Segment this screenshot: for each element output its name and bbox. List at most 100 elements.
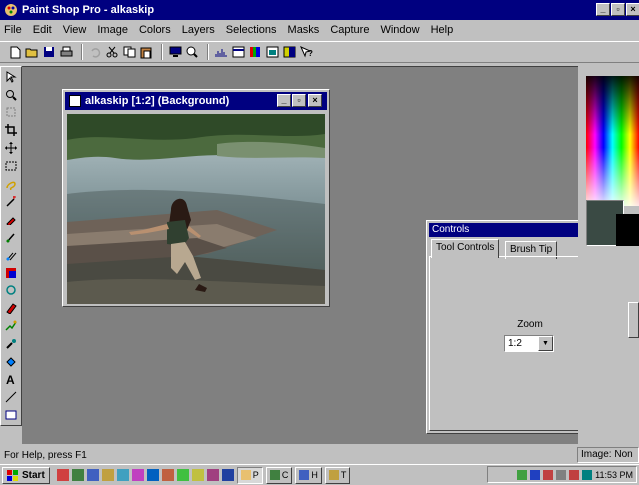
image-minimize-button[interactable]: _ [277, 94, 291, 107]
retouch-tool-icon[interactable] [3, 283, 19, 299]
paint-shop-pro-icon [5, 4, 17, 16]
quicklaunch-icon[interactable] [146, 469, 159, 481]
zoom-tool-icon[interactable] [3, 87, 19, 103]
paste-icon[interactable] [139, 45, 153, 59]
menu-edit[interactable]: Edit [33, 24, 52, 36]
image-maximize-button[interactable]: ▫ [292, 94, 306, 107]
layer-palette-icon[interactable] [265, 45, 279, 59]
image-window[interactable]: alkaskip [1:2] (Background) _ ▫ × [62, 89, 330, 307]
tool-palette-icon[interactable] [231, 45, 245, 59]
quicklaunch-icon[interactable] [86, 469, 99, 481]
clock[interactable]: 11:53 PM [595, 470, 633, 480]
print-icon[interactable] [59, 45, 73, 59]
task-button[interactable]: T [324, 466, 351, 484]
mover-tool-icon[interactable] [3, 140, 19, 156]
line-tool-icon[interactable] [3, 389, 19, 405]
save-icon[interactable] [42, 45, 56, 59]
quicklaunch-icon[interactable] [56, 469, 69, 481]
menu-masks[interactable]: Masks [288, 24, 320, 36]
toolbar-separator [161, 44, 163, 60]
photo-canvas[interactable] [67, 114, 325, 304]
color-replacer-tool-icon[interactable] [3, 265, 19, 281]
menu-colors[interactable]: Colors [139, 24, 171, 36]
tray-icon[interactable] [543, 469, 554, 480]
flood-fill-tool-icon[interactable] [3, 354, 19, 370]
task-button-paint-shop-pro[interactable]: P [236, 466, 263, 484]
quicklaunch-icon[interactable] [131, 469, 144, 481]
quicklaunch-icon[interactable] [221, 469, 234, 481]
undo-icon[interactable] [88, 45, 102, 59]
quicklaunch-icon[interactable] [191, 469, 204, 481]
menu-capture[interactable]: Capture [330, 24, 369, 36]
quicklaunch-icon[interactable] [71, 469, 84, 481]
color-palette-icon[interactable] [248, 45, 262, 59]
menu-layers[interactable]: Layers [182, 24, 215, 36]
tray-icon[interactable] [569, 469, 580, 480]
menu-file[interactable]: File [4, 24, 22, 36]
capture-icon[interactable] [168, 45, 182, 59]
crop-tool-icon[interactable] [3, 122, 19, 138]
tray-icon[interactable] [517, 469, 528, 480]
menu-image[interactable]: Image [97, 24, 128, 36]
menu-help[interactable]: Help [431, 24, 454, 36]
eraser-tool-icon[interactable] [3, 300, 19, 316]
tray-icon[interactable] [556, 469, 567, 480]
svg-text:?: ? [308, 49, 313, 58]
menu-view[interactable]: View [63, 24, 87, 36]
app-icon [299, 470, 310, 480]
new-file-icon[interactable] [8, 45, 22, 59]
magic-wand-tool-icon[interactable] [3, 194, 19, 210]
tool-palette: A [0, 66, 22, 426]
selection-tool-icon[interactable] [3, 158, 19, 174]
app-title-bar[interactable]: Paint Shop Pro - alkaskip _ ▫ × [0, 0, 639, 20]
deformation-tool-icon[interactable] [3, 105, 19, 121]
quicklaunch-icon[interactable] [206, 469, 219, 481]
quicklaunch-icon[interactable] [176, 469, 189, 481]
freehand-tool-icon[interactable] [3, 176, 19, 192]
start-button[interactable]: Start [2, 466, 50, 484]
svg-text:A: A [6, 373, 15, 385]
maximize-button[interactable]: ▫ [611, 3, 625, 16]
task-button[interactable]: C [265, 466, 293, 484]
image-close-button[interactable]: × [308, 94, 322, 107]
quicklaunch-icon[interactable] [161, 469, 174, 481]
menu-selections[interactable]: Selections [226, 24, 277, 36]
toolbar-separator [81, 44, 83, 60]
context-help-icon[interactable]: ? [299, 45, 313, 59]
quicklaunch-icon[interactable] [101, 469, 114, 481]
shape-tool-icon[interactable] [3, 407, 19, 423]
menu-window[interactable]: Window [380, 24, 419, 36]
menu-bar: File Edit View Image Colors Layers Selec… [0, 20, 639, 40]
open-folder-icon[interactable] [25, 45, 39, 59]
image-window-title-bar[interactable]: alkaskip [1:2] (Background) _ ▫ × [65, 92, 327, 110]
zoom-select[interactable]: 1:2 ▼ [504, 335, 554, 352]
taskbar: Start P C H T 11:53 PM [0, 464, 639, 485]
minimize-button[interactable]: _ [596, 3, 610, 16]
airbrush-tool-icon[interactable] [3, 336, 19, 352]
picture-tube-tool-icon[interactable] [3, 318, 19, 334]
color-spectrum[interactable] [586, 76, 639, 206]
controls-palette-icon[interactable] [282, 45, 296, 59]
cut-icon[interactable] [105, 45, 119, 59]
tray-icon[interactable] [530, 469, 541, 480]
app-icon [269, 470, 280, 480]
system-tray: 11:53 PM [487, 466, 637, 483]
dropper-tool-icon[interactable] [3, 211, 19, 227]
background-color-swatch[interactable] [616, 214, 639, 246]
histogram-icon[interactable] [214, 45, 228, 59]
paintbrush-tool-icon[interactable] [3, 229, 19, 245]
close-button[interactable]: × [626, 3, 639, 16]
chevron-down-icon[interactable]: ▼ [538, 336, 553, 351]
toolbar-separator [207, 44, 209, 60]
zoom-icon[interactable] [185, 45, 199, 59]
quicklaunch-icon[interactable] [116, 469, 129, 481]
task-button[interactable]: H [295, 466, 322, 484]
tab-tool-controls[interactable]: Tool Controls [431, 239, 500, 258]
palette-scroll-handle[interactable] [628, 302, 639, 338]
copy-icon[interactable] [122, 45, 136, 59]
text-tool-icon[interactable]: A [3, 372, 19, 388]
windows-flag-icon [7, 469, 18, 481]
arrow-tool-icon[interactable] [3, 69, 19, 85]
clone-brush-tool-icon[interactable] [3, 247, 19, 263]
tray-icon[interactable] [582, 469, 593, 480]
